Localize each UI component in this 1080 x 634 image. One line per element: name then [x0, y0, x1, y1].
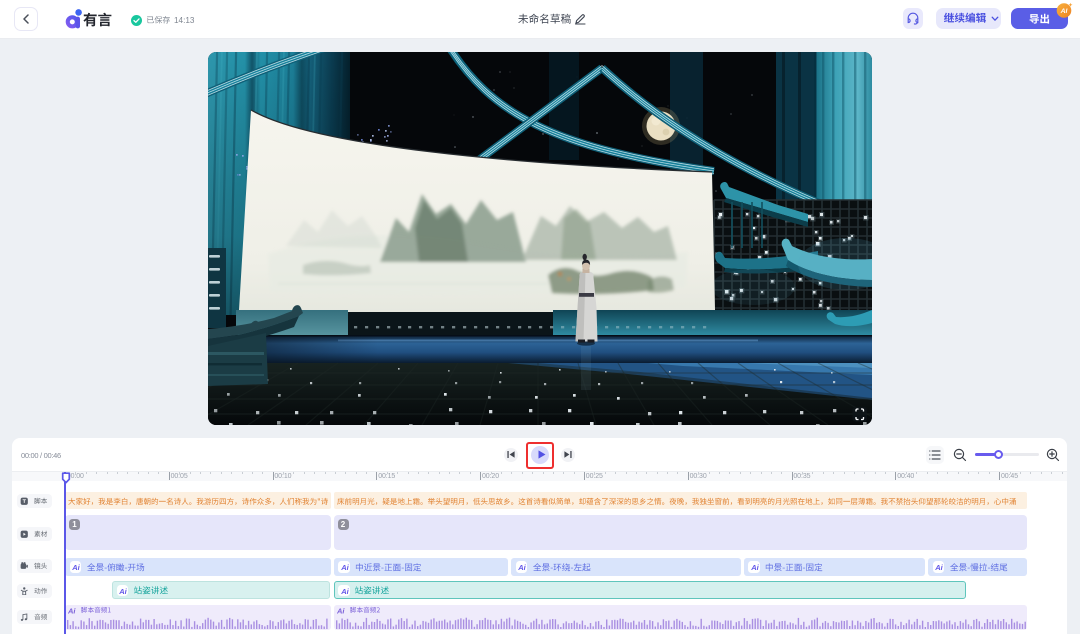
svg-text:Ai: Ai — [337, 606, 345, 615]
svg-text:Ai: Ai — [517, 563, 526, 571]
svg-text:Ai: Ai — [71, 563, 80, 571]
svg-text:Ai: Ai — [340, 587, 349, 595]
svg-text:Ai: Ai — [118, 587, 127, 595]
svg-text:Ai: Ai — [68, 606, 76, 615]
svg-text:AI: AI — [1060, 8, 1068, 15]
svg-text:Ai: Ai — [934, 563, 943, 571]
svg-text:Ai: Ai — [340, 563, 349, 571]
svg-text:Ai: Ai — [750, 563, 759, 571]
